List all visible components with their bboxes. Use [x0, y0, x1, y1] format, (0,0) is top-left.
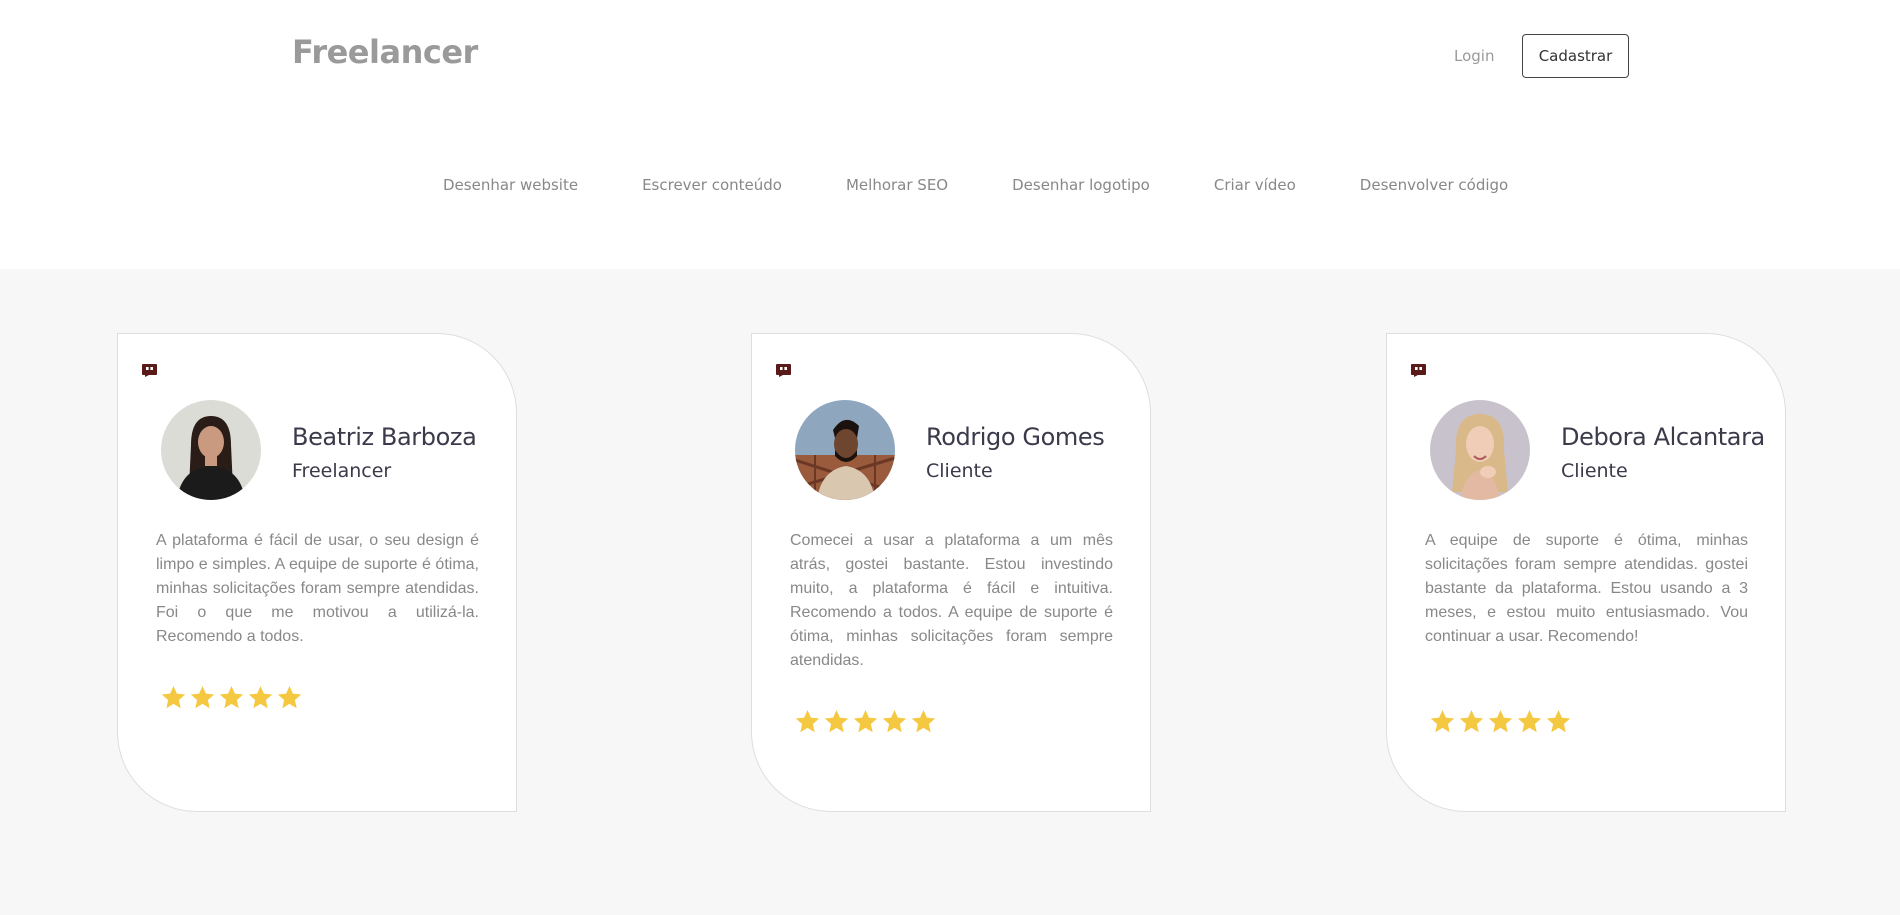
- brand-logo[interactable]: Freelancer: [292, 33, 478, 71]
- person-role: Freelancer: [292, 460, 392, 482]
- quote-icon: [1411, 364, 1426, 377]
- signup-button[interactable]: Cadastrar: [1522, 34, 1629, 78]
- avatar: [161, 400, 261, 500]
- review-text: A equipe de suporte é ótima, minhas soli…: [1425, 532, 1748, 645]
- nav-item-desenvolver-codigo[interactable]: Desenvolver código: [1360, 176, 1508, 194]
- star-icon: [277, 686, 302, 709]
- person-role: Cliente: [926, 460, 993, 482]
- header: Freelancer Login Cadastrar Desenhar webs…: [0, 0, 1900, 269]
- review-text: A plataforma é fácil de usar, o seu desi…: [156, 532, 479, 645]
- rating-stars: [794, 708, 937, 735]
- nav-item-melhorar-seo[interactable]: Melhorar SEO: [846, 176, 948, 194]
- star-icon: [911, 710, 936, 733]
- nav-item-criar-video[interactable]: Criar vídeo: [1214, 176, 1296, 194]
- star-icon: [1517, 710, 1542, 733]
- person-name: Rodrigo Gomes: [926, 423, 1105, 451]
- star-icon: [1488, 710, 1513, 733]
- rating-stars: [160, 684, 303, 711]
- rating-stars: [1429, 708, 1572, 735]
- star-icon: [1546, 710, 1571, 733]
- star-icon: [795, 710, 820, 733]
- star-icon: [882, 710, 907, 733]
- star-icon: [853, 710, 878, 733]
- nav-item-desenhar-website[interactable]: Desenhar website: [443, 176, 578, 194]
- testimonial-card: Rodrigo Gomes Cliente Comecei a usar a p…: [751, 333, 1151, 812]
- person-name: Debora Alcantara: [1561, 423, 1765, 451]
- star-icon: [1430, 710, 1455, 733]
- avatar: [1430, 400, 1530, 500]
- person-role: Cliente: [1561, 460, 1628, 482]
- quote-icon: [142, 364, 157, 377]
- category-nav: Desenhar website Escrever conteúdo Melho…: [443, 176, 1508, 194]
- review-text: Comecei a usar a plataforma a um mês atr…: [790, 532, 1113, 669]
- star-icon: [161, 686, 186, 709]
- nav-item-escrever-conteudo[interactable]: Escrever conteúdo: [642, 176, 782, 194]
- star-icon: [824, 710, 849, 733]
- star-icon: [248, 686, 273, 709]
- star-icon: [1459, 710, 1484, 733]
- login-link[interactable]: Login: [1454, 47, 1494, 65]
- star-icon: [190, 686, 215, 709]
- star-icon: [219, 686, 244, 709]
- testimonial-card: Debora Alcantara Cliente A equipe de sup…: [1386, 333, 1786, 812]
- testimonial-card: Beatriz Barboza Freelancer A plataforma …: [117, 333, 517, 812]
- person-name: Beatriz Barboza: [292, 423, 477, 451]
- nav-item-desenhar-logotipo[interactable]: Desenhar logotipo: [1012, 176, 1150, 194]
- quote-icon: [776, 364, 791, 377]
- avatar: [795, 400, 895, 500]
